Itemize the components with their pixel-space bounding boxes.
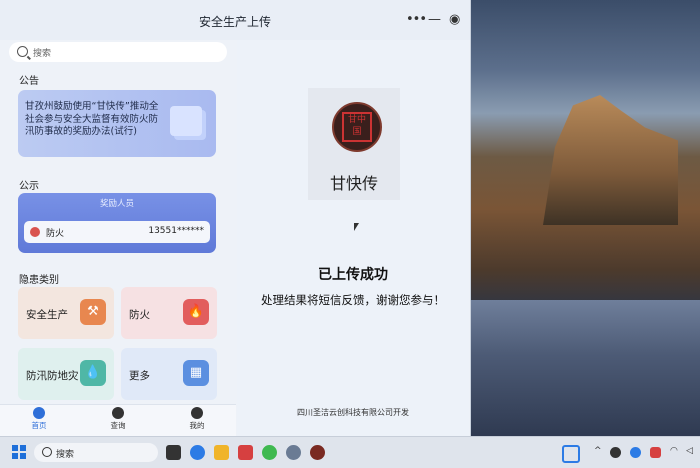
search-placeholder: 搜索 bbox=[33, 49, 52, 59]
developer-footer: 四川圣洁云创科技有限公司开发 bbox=[297, 408, 409, 417]
logo-name: 甘快传 bbox=[329, 174, 378, 193]
notice-banner[interactable]: 甘孜州鼓励使用“甘快传”推动全社会参与安全大监督有效防火防汛防事故的奖励办法(试… bbox=[18, 90, 216, 157]
nav-label: 首页 bbox=[31, 421, 47, 430]
query-icon bbox=[112, 407, 124, 419]
mouse-cursor-icon bbox=[354, 223, 359, 231]
fire-badge-icon bbox=[30, 227, 40, 237]
wallpaper-cliff bbox=[543, 95, 678, 225]
category-label: 更多 bbox=[129, 370, 150, 382]
desktop-wallpaper bbox=[468, 0, 700, 436]
search-icon bbox=[42, 447, 52, 457]
wifi-icon[interactable]: ◠ bbox=[670, 446, 678, 456]
windows-start-icon[interactable] bbox=[12, 445, 26, 459]
title-bar: 安全生产上传 ••• — ◉ bbox=[0, 0, 470, 40]
profile-icon bbox=[191, 407, 203, 419]
task-view-icon[interactable] bbox=[166, 445, 181, 460]
success-message: 处理结果将短信反馈，谢谢您参与！ bbox=[261, 293, 445, 307]
award-row: 防火 13551****** bbox=[24, 221, 210, 243]
wps-office-icon[interactable] bbox=[238, 445, 253, 460]
wallpaper-river bbox=[468, 300, 700, 436]
award-phone: 13551****** bbox=[148, 226, 204, 236]
flame-icon: 🔥 bbox=[183, 299, 209, 325]
carousel-dots bbox=[130, 148, 156, 157]
tray-network-app-icon[interactable] bbox=[630, 447, 641, 458]
close-icon[interactable]: ◉ bbox=[449, 12, 460, 27]
nav-query[interactable]: 查询 bbox=[93, 407, 143, 431]
award-header: 奖励人员 bbox=[99, 199, 134, 209]
category-label: 防火 bbox=[129, 309, 150, 321]
volume-icon[interactable]: ◁ bbox=[686, 446, 693, 456]
widget-icon[interactable] bbox=[562, 445, 580, 463]
grid-icon: ▦ bbox=[183, 360, 209, 386]
search-icon bbox=[17, 46, 28, 57]
more-icon[interactable]: ••• bbox=[406, 12, 427, 27]
home-icon bbox=[33, 407, 45, 419]
document-illustration-icon bbox=[170, 106, 202, 136]
bottom-navigation: 首页 查询 我的 bbox=[0, 404, 236, 437]
logo-emblem: 甘中国 bbox=[332, 102, 382, 152]
nav-label: 查询 bbox=[110, 421, 126, 430]
window-title: 安全生产上传 bbox=[198, 15, 271, 29]
category-label: 防汛防地灾 bbox=[26, 370, 79, 382]
nav-home[interactable]: 首页 bbox=[14, 407, 64, 431]
chevron-up-icon[interactable]: ^ bbox=[594, 446, 602, 456]
edge-browser-icon[interactable] bbox=[190, 445, 205, 460]
water-drop-icon: 💧 bbox=[80, 360, 106, 386]
app-window: 安全生产上传 ••• — ◉ 搜索 公告 甘孜州鼓励使用“甘快传”推动全社会参与… bbox=[0, 0, 471, 437]
award-category: 防火 bbox=[46, 229, 65, 239]
settings-icon[interactable] bbox=[286, 445, 301, 460]
tray-app-icon[interactable] bbox=[610, 447, 621, 458]
category-label: 安全生产 bbox=[26, 309, 68, 321]
taskbar-search-placeholder: 搜索 bbox=[56, 450, 75, 460]
app-logo: 甘中国 甘快传 bbox=[308, 88, 400, 200]
tools-icon: ⚒ bbox=[80, 299, 106, 325]
category-fire-prevention[interactable]: 防火 🔥 bbox=[121, 287, 217, 339]
category-flood-geohazard[interactable]: 防汛防地灾 💧 bbox=[18, 348, 114, 400]
gankuaichuan-app-icon[interactable] bbox=[310, 445, 325, 460]
file-explorer-icon[interactable] bbox=[214, 445, 229, 460]
left-panel: 搜索 公告 甘孜州鼓励使用“甘快传”推动全社会参与安全大监督有效防火防汛防事故的… bbox=[0, 40, 236, 404]
public-section-title: 公示 bbox=[19, 181, 39, 192]
search-input[interactable]: 搜索 bbox=[9, 42, 227, 62]
wechat-icon[interactable] bbox=[262, 445, 277, 460]
award-card[interactable]: 奖励人员 防火 13551****** bbox=[18, 193, 216, 253]
nav-label: 我的 bbox=[189, 421, 205, 430]
nav-mine[interactable]: 我的 bbox=[172, 407, 222, 431]
category-safety-production[interactable]: 安全生产 ⚒ bbox=[18, 287, 114, 339]
success-title: 已上传成功 bbox=[318, 267, 388, 283]
tray-wps-icon[interactable] bbox=[650, 447, 661, 458]
minimize-icon[interactable]: — bbox=[428, 12, 441, 27]
notice-section-title: 公告 bbox=[19, 76, 39, 87]
notice-text: 甘孜州鼓励使用“甘快传”推动全社会参与安全大监督有效防火防汛防事故的奖励办法(试… bbox=[25, 101, 159, 137]
taskbar: 搜索 ^ ◠ ◁ bbox=[0, 436, 700, 468]
categories-section-title: 隐患类别 bbox=[19, 275, 59, 286]
result-panel: 甘中国 甘快传 已上传成功 处理结果将短信反馈，谢谢您参与！ 四川圣洁云创科技有… bbox=[237, 40, 469, 436]
logo-seal: 甘中国 bbox=[342, 112, 372, 142]
taskbar-search[interactable]: 搜索 bbox=[34, 443, 158, 462]
category-more[interactable]: 更多 ▦ bbox=[121, 348, 217, 400]
